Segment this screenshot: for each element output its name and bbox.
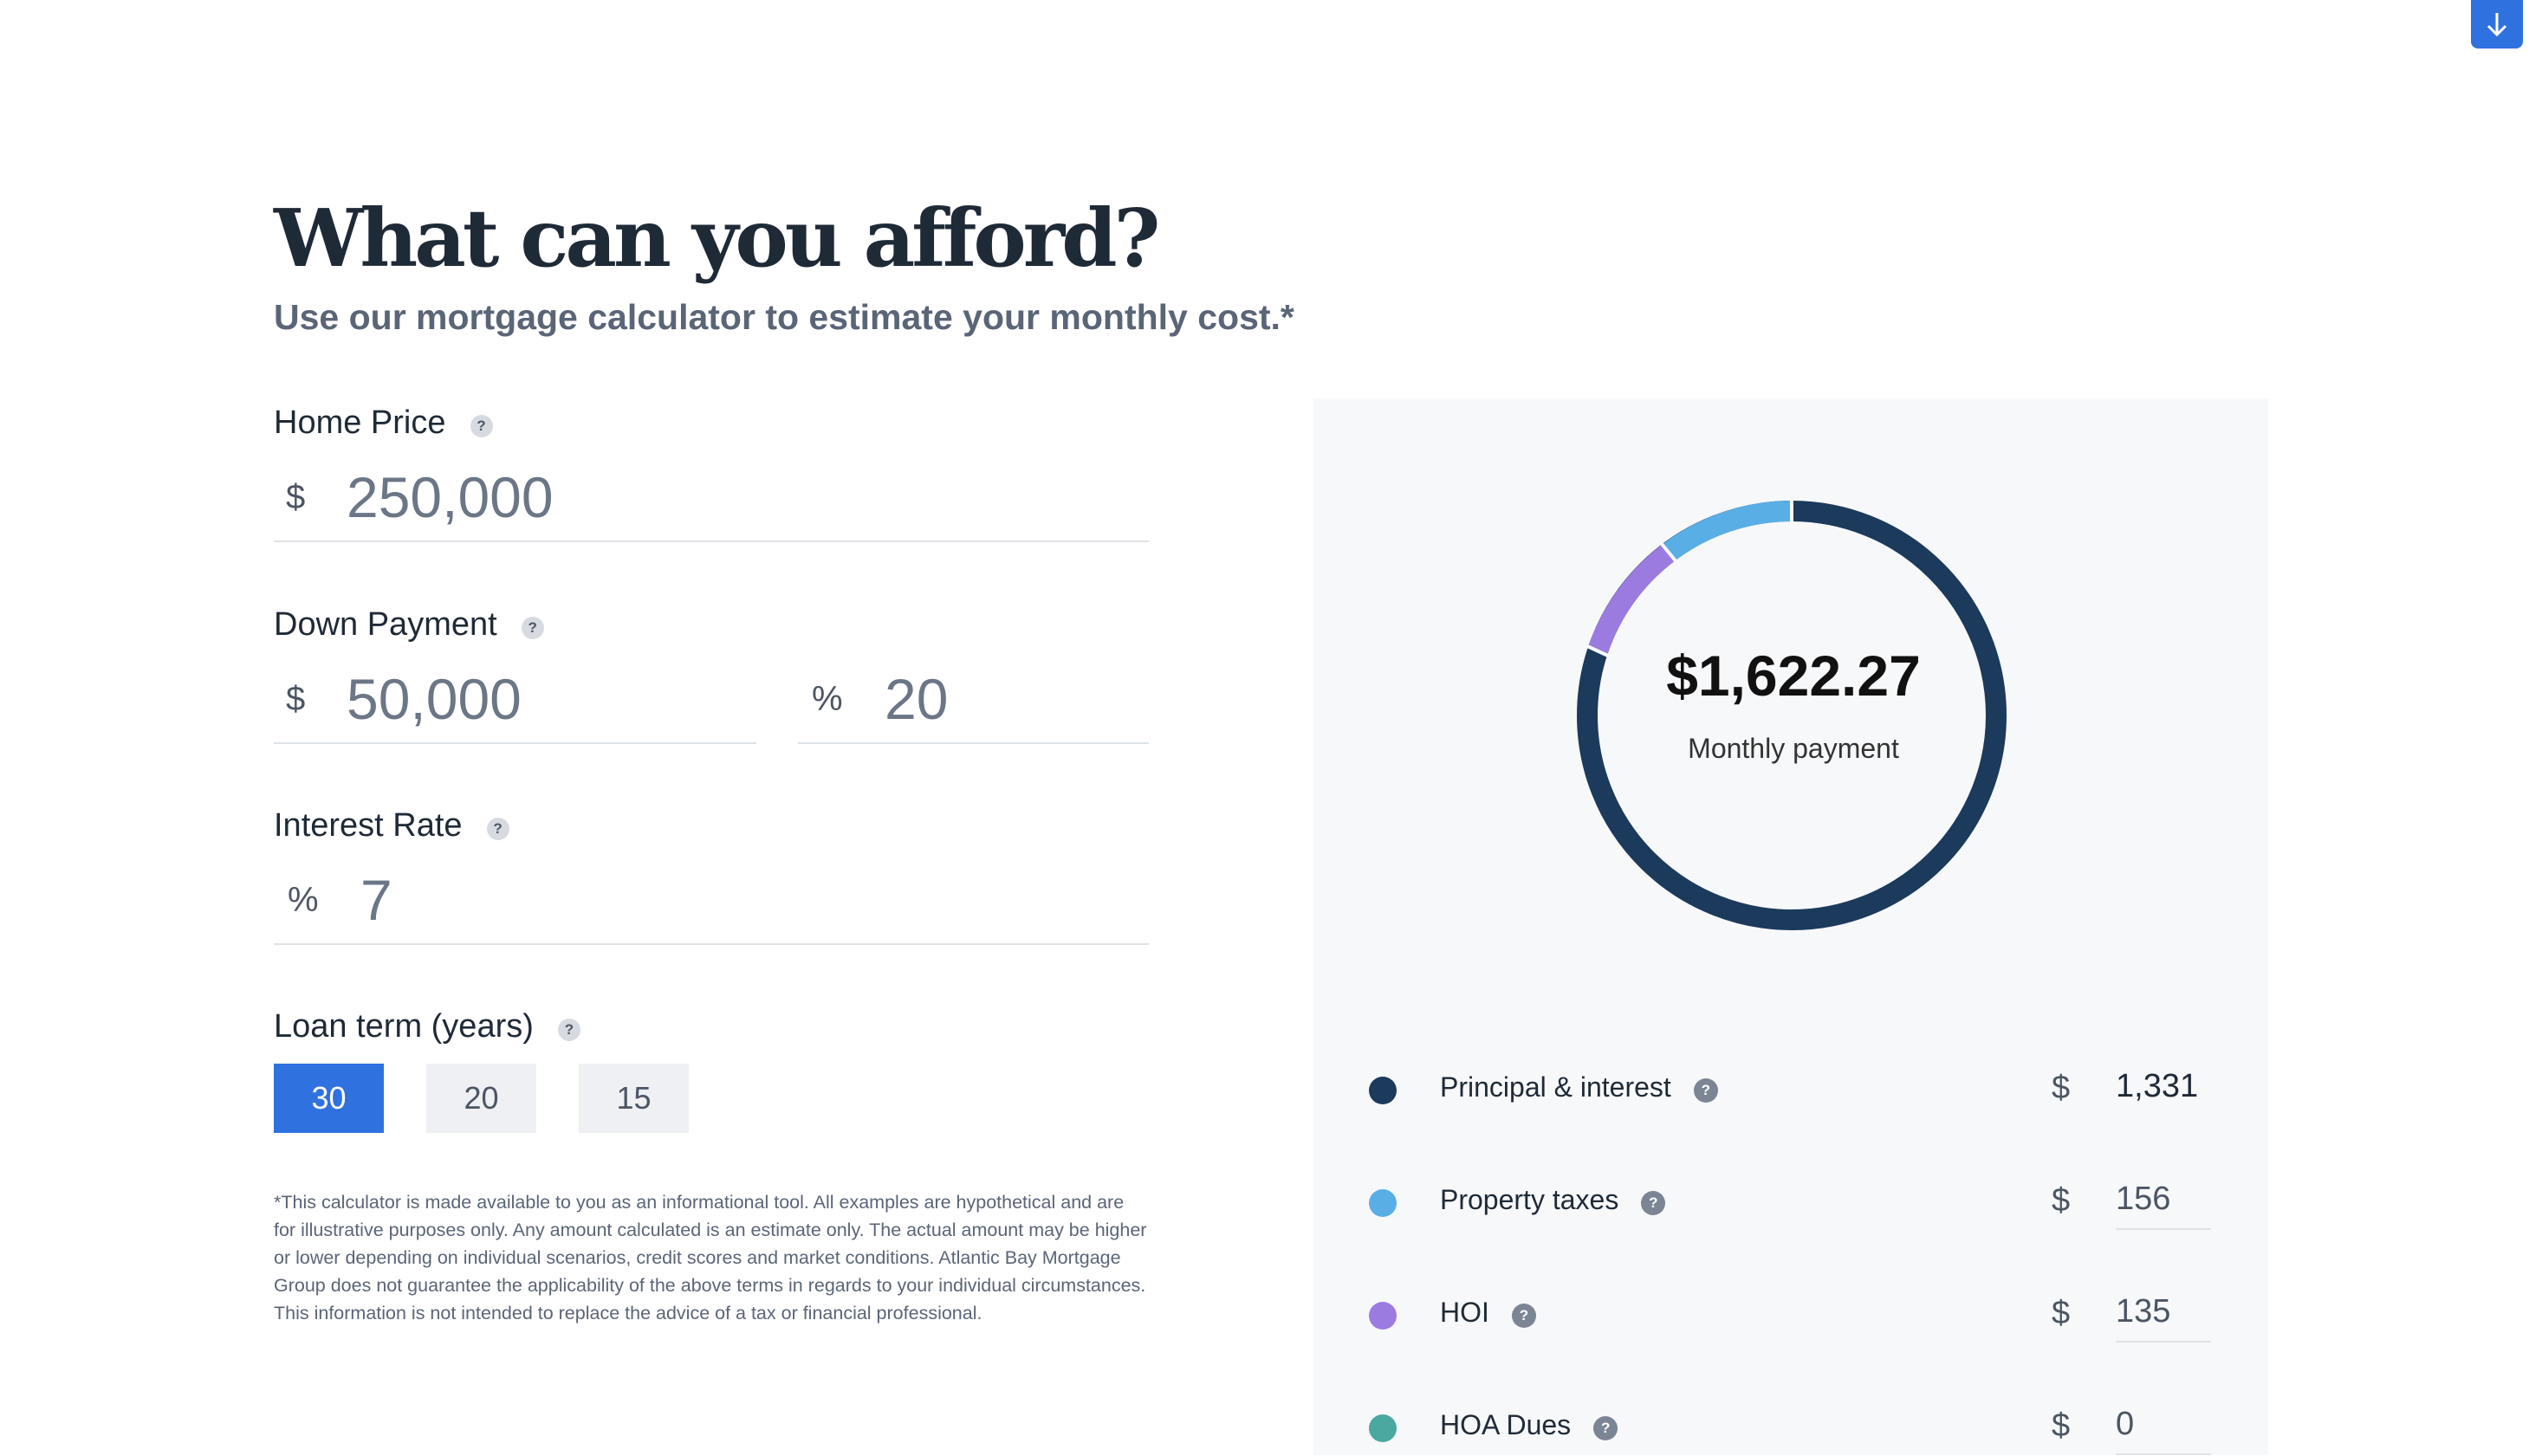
percent-symbol: % <box>812 679 843 718</box>
currency-symbol: $ <box>2052 1407 2071 1444</box>
help-icon[interactable]: ? <box>1641 1190 1666 1215</box>
page-title: What can you afford? <box>274 191 1160 285</box>
principal-value: 1,331 <box>2116 1068 2199 1104</box>
property-taxes-label: Property taxes ? <box>1440 1184 1666 1216</box>
interest-rate-label-text: Interest Rate <box>274 807 463 844</box>
property-taxes-input[interactable]: 156 <box>2116 1181 2211 1230</box>
home-price-label: Home Price ? <box>274 404 493 443</box>
home-price-label-text: Home Price <box>274 404 446 441</box>
loan-term-label: Loan term (years) ? <box>274 1007 580 1047</box>
help-icon[interactable]: ? <box>1593 1415 1618 1440</box>
help-icon[interactable]: ? <box>557 1018 580 1041</box>
property-taxes-label-text: Property taxes <box>1440 1184 1619 1215</box>
help-icon[interactable]: ? <box>521 616 544 639</box>
help-icon[interactable]: ? <box>1511 1303 1536 1328</box>
hoi-label-text: HOI <box>1440 1297 1489 1328</box>
principal-dot-icon <box>1369 1077 1397 1104</box>
interest-rate-field[interactable]: % 7 <box>274 857 1149 945</box>
percent-symbol: % <box>288 880 319 919</box>
home-price-field[interactable]: $ 250,000 <box>274 454 1149 542</box>
hoi-input[interactable]: 135 <box>2116 1293 2211 1343</box>
hoi-dot-icon <box>1369 1302 1397 1330</box>
help-icon[interactable]: ? <box>470 414 493 437</box>
loan-term-label-text: Loan term (years) <box>274 1008 534 1045</box>
monthly-payment-amount: $1,622.27 <box>1666 644 1921 708</box>
help-icon[interactable]: ? <box>1693 1077 1718 1103</box>
loan-term-20-button[interactable]: 20 <box>426 1064 536 1133</box>
donut-taxes-segment <box>1662 501 1793 561</box>
currency-symbol: $ <box>2052 1070 2071 1106</box>
down-payment-label-text: Down Payment <box>274 606 497 643</box>
currency-symbol: $ <box>2052 1182 2071 1219</box>
hoa-dues-input[interactable]: 0 <box>2116 1406 2211 1455</box>
disclaimer-text: *This calculator is made available to yo… <box>274 1192 1147 1323</box>
currency-symbol: $ <box>286 477 306 516</box>
breakdown-row-principal: Principal & interest ? $ 1,331 <box>1369 1066 2218 1118</box>
down-payment-percent-input[interactable]: 20 <box>885 666 948 732</box>
loan-term-30-button[interactable]: 30 <box>274 1064 384 1133</box>
breakdown-row-hoa-dues: HOA Dues ? $ 0 <box>1369 1404 2218 1456</box>
breakdown-row-property-taxes: Property taxes ? $ 156 <box>1369 1179 2218 1231</box>
hoi-label: HOI ? <box>1440 1297 1536 1329</box>
down-payment-percent-field[interactable]: % 20 <box>798 656 1149 744</box>
help-icon[interactable]: ? <box>486 817 509 840</box>
principal-label-text: Principal & interest <box>1440 1071 1671 1103</box>
hoa-dot-icon <box>1369 1414 1397 1442</box>
arrow-down-icon <box>2487 13 2507 37</box>
interest-rate-label: Interest Rate ? <box>274 806 509 846</box>
down-payment-label: Down Payment ? <box>274 605 544 645</box>
loan-term-15-button[interactable]: 15 <box>579 1064 689 1133</box>
donut-hoi-segment <box>1587 544 1676 655</box>
scroll-down-button[interactable] <box>2471 0 2523 49</box>
principal-label: Principal & interest ? <box>1440 1071 1718 1103</box>
breakdown-row-hoi: HOI ? $ 135 <box>1369 1291 2218 1343</box>
hoa-dues-label: HOA Dues ? <box>1440 1409 1618 1441</box>
down-payment-amount-input[interactable]: 50,000 <box>347 666 522 732</box>
interest-rate-input[interactable]: 7 <box>360 867 392 933</box>
monthly-payment-caption: Monthly payment <box>1688 733 1899 764</box>
hoa-dues-label-text: HOA Dues <box>1440 1409 1572 1440</box>
taxes-dot-icon <box>1369 1189 1397 1217</box>
page-subtitle: Use our mortgage calculator to estimate … <box>274 297 1294 337</box>
payment-donut-chart <box>1577 499 2007 930</box>
currency-symbol: $ <box>286 679 306 718</box>
down-payment-amount-field[interactable]: $ 50,000 <box>274 656 756 744</box>
currency-symbol: $ <box>2052 1295 2071 1331</box>
home-price-input[interactable]: 250,000 <box>347 464 554 530</box>
